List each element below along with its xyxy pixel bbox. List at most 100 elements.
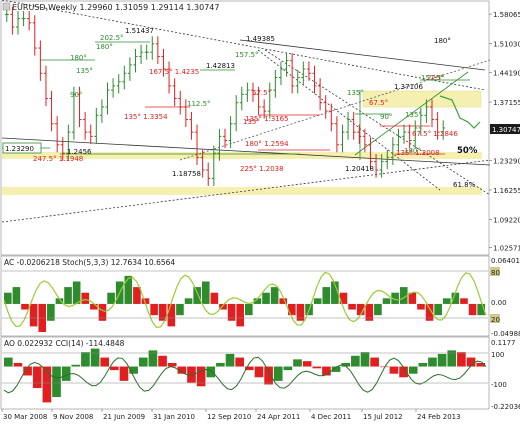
ao-bar — [206, 366, 216, 378]
ac-bar — [107, 292, 115, 304]
ac-bar — [262, 292, 270, 304]
ac-bar — [236, 303, 244, 327]
ac-bar — [434, 303, 442, 316]
symbol-header: EURUSD,Weekly 1.29960 1.31059 1.29114 1.… — [12, 3, 219, 12]
ac-bar — [442, 298, 451, 304]
ao-bar — [312, 366, 322, 369]
annotation-label: 167.5° 1.4235 — [149, 68, 199, 76]
annotation-label: 135° — [347, 89, 364, 97]
x-tick-label: 15 Jul 2012 — [363, 413, 403, 421]
ao-bar — [273, 366, 283, 381]
ao-bar — [225, 353, 235, 367]
ac-tick-label: -0.04988 — [491, 330, 520, 338]
ao-bar — [119, 366, 129, 381]
ac-tick-label: 20 — [491, 316, 500, 324]
annotation-label: 61.8% — [453, 181, 476, 189]
ao-bar — [81, 352, 90, 367]
ac-bar — [150, 303, 158, 316]
ac-tick-label: 80 — [491, 269, 500, 277]
ao-bar — [283, 366, 293, 371]
annotation-label: 135° 1.2008 — [396, 149, 440, 157]
ao-bar — [71, 364, 81, 367]
ao-bar — [264, 366, 273, 385]
ac-bar — [124, 275, 133, 304]
ac-bar — [21, 303, 29, 310]
x-tick-label: 24 Apr 2011 — [257, 413, 300, 421]
ao-bar — [302, 361, 312, 367]
ao-bar — [457, 352, 466, 367]
y-tick-label: 1.16255 — [493, 187, 520, 195]
annotation-label: 225° 1.2038 — [240, 165, 284, 173]
annotation-label: 1.18758 — [172, 170, 201, 178]
x-tick-label: 4 Dec 2011 — [311, 413, 351, 421]
ac-bar — [81, 292, 90, 304]
ac-bar — [313, 298, 322, 304]
ac-bar — [184, 298, 193, 304]
annotation-label: 1.37106 — [394, 83, 423, 91]
ac-bar — [288, 303, 296, 316]
level-box-label: 1.23290 — [5, 145, 34, 153]
ac-bar — [468, 303, 477, 316]
ao-bar — [110, 366, 119, 371]
annotation-label: 50% — [457, 146, 478, 156]
annotation-label: 135° — [405, 111, 422, 119]
ac-bar — [72, 281, 81, 304]
ac-bar — [133, 287, 141, 304]
annotation-label: 90° — [380, 113, 392, 121]
current-price-label: 1.30747 — [492, 126, 520, 134]
ac-bar — [193, 287, 201, 304]
ao-bar — [293, 359, 302, 367]
ao-bar — [32, 366, 42, 389]
ac-tick-label: 0.064012 — [491, 257, 520, 265]
annotation-label: 1.42813 — [206, 62, 235, 70]
ao-bar — [235, 357, 244, 367]
x-tick-label: 24 Feb 2013 — [417, 413, 461, 421]
chart-canvas[interactable]: 1.51437 1.49385 1.42813 1.37106 1.18758 1.204… — [0, 0, 520, 425]
x-tick-label: 30 Mar 2008 — [3, 413, 47, 421]
annotation-label: 180° — [70, 54, 87, 62]
y-tick-label: 1.51030 — [493, 41, 520, 49]
y-tick-label: 1.09220 — [493, 217, 520, 225]
y-tick-label: 1.23290 — [493, 157, 520, 165]
ac-bar — [245, 303, 253, 316]
ac-bar — [322, 287, 331, 304]
ao-bar — [408, 366, 418, 374]
annotation-label: 180° — [96, 43, 113, 51]
annotation-label: 1.20418 — [345, 165, 374, 173]
ac-bar — [270, 287, 279, 304]
annotation-label: 112.5° — [187, 100, 211, 108]
annotation-label: 180° — [434, 37, 451, 45]
ao-bar — [418, 362, 428, 367]
ac-title: AC -0.0206218 Stoch(5,3,3) 12.7634 10.65… — [4, 258, 175, 267]
x-tick-label: 31 Jan 2010 — [153, 413, 195, 421]
annotation-label: 1.51437 — [125, 27, 154, 35]
annotation-label: 157.5° — [421, 74, 445, 82]
ao-bar — [254, 366, 264, 378]
ac-bar — [382, 298, 391, 304]
ao-title: AO 0.022932 CCI(14) -114.4848 — [4, 339, 125, 348]
ao-bar — [167, 362, 177, 367]
ac-bar — [12, 287, 21, 304]
ao-bar — [158, 355, 167, 367]
ao-bar — [351, 355, 360, 367]
annotation-label: 135° 1.3354 — [124, 113, 168, 121]
annotation-label: 180° 1.2594 — [245, 140, 289, 148]
forex-chart[interactable]: 1.51437 1.49385 1.42813 1.37106 1.18758 1.204… — [0, 0, 520, 425]
ao-tick-label: 100 — [491, 351, 504, 359]
ac-bar — [201, 281, 210, 304]
ao-bar — [428, 357, 437, 367]
x-tick-label: 21 Jun 2009 — [103, 413, 145, 421]
ac-bar — [210, 292, 219, 304]
ao-bar — [4, 357, 13, 367]
ac-bar — [176, 303, 184, 316]
annotation-label: 1.49385 — [246, 35, 275, 43]
x-tick-label: 9 Nov 2008 — [53, 413, 93, 421]
ao-tick-label: 0.1177 — [491, 339, 516, 347]
y-tick-label: 1.58065 — [493, 11, 520, 19]
ao-bar — [370, 357, 379, 367]
ao-tick-label: -100 — [491, 381, 507, 389]
annotation-label: 67.5° — [369, 99, 388, 107]
ac-bar — [417, 303, 425, 310]
ao-bar — [13, 362, 23, 367]
ao-bar — [138, 357, 148, 367]
